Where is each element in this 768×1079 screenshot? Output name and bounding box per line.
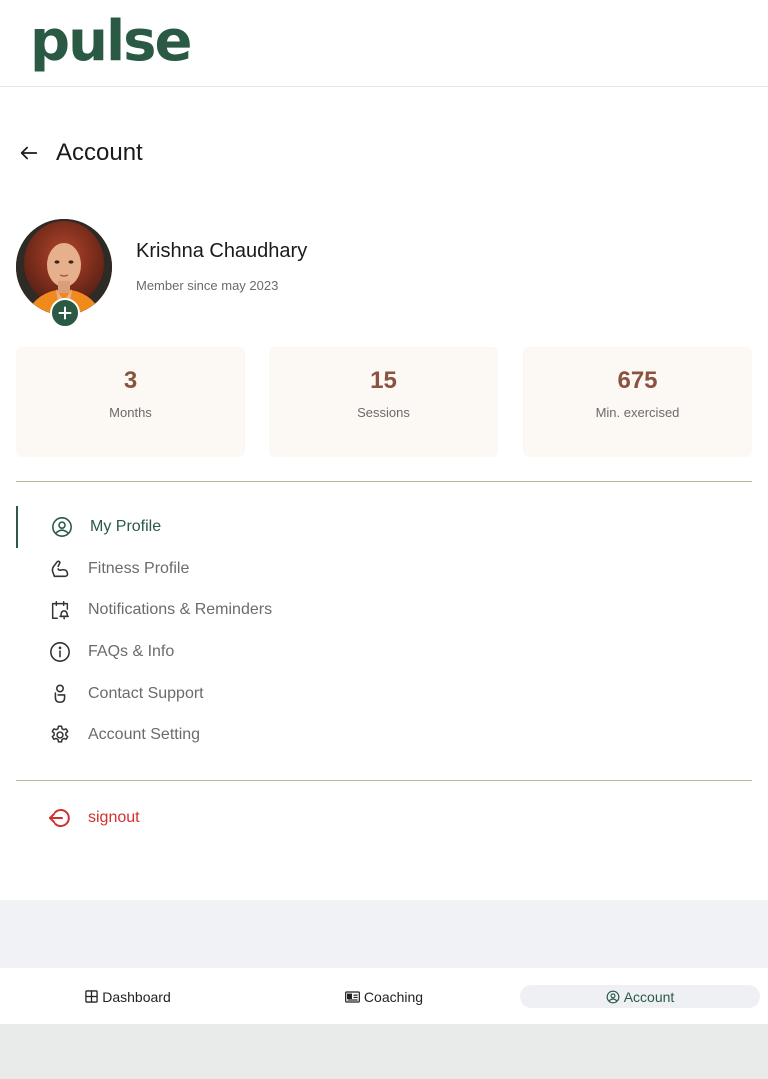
menu-label: Account Setting bbox=[88, 726, 201, 743]
menu-item-faqs[interactable]: FAQs & Info bbox=[16, 631, 752, 673]
bottom-navigation: Dashboard Coaching Account bbox=[0, 968, 768, 1024]
gear-icon bbox=[48, 723, 72, 747]
grid-icon bbox=[85, 990, 98, 1003]
menu-label: FAQs & Info bbox=[88, 643, 175, 660]
divider bbox=[16, 481, 752, 482]
plus-icon bbox=[58, 306, 72, 320]
stat-label: Sessions bbox=[357, 405, 410, 420]
menu-item-account-setting[interactable]: Account Setting bbox=[16, 714, 752, 756]
stat-label: Months bbox=[109, 405, 152, 420]
profile-photo bbox=[16, 219, 112, 328]
add-photo-button[interactable] bbox=[50, 298, 80, 328]
nav-label: Account bbox=[623, 988, 675, 1005]
nav-tab-dashboard[interactable]: Dashboard bbox=[0, 985, 256, 1008]
signout-icon bbox=[48, 806, 72, 830]
muscle-icon bbox=[48, 557, 72, 581]
back-button[interactable] bbox=[16, 140, 42, 166]
arrow-left-icon bbox=[20, 146, 38, 160]
user-circle-icon bbox=[606, 990, 620, 1004]
id-card-icon bbox=[344, 990, 360, 1003]
app-header: pulse bbox=[0, 0, 768, 87]
nav-label: Dashboard bbox=[102, 988, 171, 1005]
menu-label: Notifications & Reminders bbox=[88, 601, 273, 618]
stat-value: 15 bbox=[370, 367, 397, 394]
stat-value: 3 bbox=[123, 367, 138, 394]
stat-card-minutes: 675 Min. exercised bbox=[523, 347, 752, 457]
support-icon bbox=[48, 682, 72, 706]
calendar-bell-icon bbox=[48, 598, 72, 622]
nav-tab-account[interactable]: Account bbox=[520, 985, 760, 1008]
menu-item-my-profile[interactable]: My Profile bbox=[16, 506, 752, 548]
divider bbox=[16, 780, 752, 781]
stat-card-months: 3 Months bbox=[16, 347, 245, 457]
signout-label: signout bbox=[88, 809, 140, 826]
page-title-row: Account bbox=[16, 136, 143, 170]
signout-button[interactable]: signout bbox=[16, 797, 752, 839]
bottom-band bbox=[0, 1024, 768, 1079]
page-title: Account bbox=[56, 139, 143, 166]
stat-label: Min. exercised bbox=[595, 405, 680, 420]
nav-tab-coaching[interactable]: Coaching bbox=[256, 985, 512, 1008]
nav-label: Coaching bbox=[363, 988, 424, 1005]
content-footer-band bbox=[0, 900, 768, 968]
menu-item-fitness-profile[interactable]: Fitness Profile bbox=[16, 548, 752, 590]
menu-item-notifications[interactable]: Notifications & Reminders bbox=[16, 589, 752, 631]
stat-card-sessions: 15 Sessions bbox=[269, 347, 498, 457]
stat-value: 675 bbox=[617, 367, 658, 394]
user-circle-icon bbox=[50, 515, 74, 539]
menu-item-contact-support[interactable]: Contact Support bbox=[16, 673, 752, 715]
menu-label: My Profile bbox=[90, 518, 162, 535]
menu-label: Contact Support bbox=[88, 685, 204, 702]
info-icon bbox=[48, 640, 72, 664]
pulse-logo[interactable]: pulse bbox=[30, 6, 192, 78]
user-name: Krishna Chaudhary bbox=[136, 240, 308, 262]
menu-label: Fitness Profile bbox=[88, 560, 190, 577]
member-since-text: Member since may 2023 bbox=[136, 278, 279, 293]
